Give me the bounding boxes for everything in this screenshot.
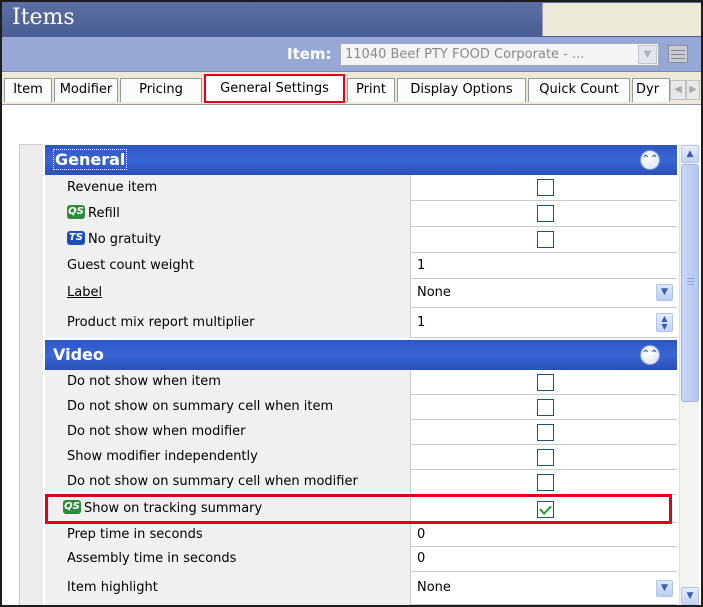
prop-row-do-not-show-summary-modifier: Do not show on summary cell when modifie…: [45, 470, 677, 495]
vertical-scrollbar[interactable]: ▲ ▼: [679, 144, 699, 605]
prop-label: Product mix report multiplier: [45, 308, 411, 338]
item-select[interactable]: 11040 Beef PTY FOOD Corporate - ... ▼: [340, 43, 659, 66]
item-label: Item:: [287, 45, 332, 63]
prop-label-cell: Label: [45, 279, 411, 308]
prop-label: Do not show when modifier: [45, 420, 411, 445]
prop-value-cell: [411, 470, 677, 496]
prop-value-cell: [411, 227, 677, 253]
prop-row-prep-time: Prep time in seconds 0: [45, 523, 677, 547]
prop-row-assembly-time: Assembly time in seconds 0: [45, 547, 677, 572]
tab-display-options[interactable]: Display Options: [397, 78, 526, 102]
checkbox-show-modifier-independently[interactable]: [537, 449, 554, 466]
table-icon[interactable]: [668, 45, 688, 63]
tab-quick-count[interactable]: Quick Count: [528, 78, 630, 102]
prop-label: Guest count weight: [45, 253, 411, 279]
prop-value-cell: [411, 495, 677, 521]
section-general-header[interactable]: General ⌃⌃: [45, 145, 677, 175]
prop-label: Label: [67, 285, 103, 300]
checkbox-refill[interactable]: [537, 205, 554, 222]
items-window: Items Item: 11040 Beef PTY FOOD Corporat…: [0, 0, 703, 607]
checkbox-do-not-show-modifier[interactable]: [537, 424, 554, 441]
prop-row-label: Label None ▼: [45, 279, 677, 308]
prop-label-cell: TS No gratuity: [45, 227, 411, 253]
prop-label: Do not show on summary cell when item: [45, 395, 411, 420]
prop-value-cell: [411, 445, 677, 471]
prop-value-cell: [411, 201, 677, 227]
item-highlight-value: None: [417, 580, 451, 595]
scroll-down-icon[interactable]: ▼: [681, 587, 699, 605]
tab-modifier[interactable]: Modifier: [54, 78, 118, 102]
product-mix-multiplier-spinner[interactable]: 1 ▲ ▼: [411, 308, 677, 338]
prop-label-cell: QS Refill: [45, 201, 411, 227]
checkbox-do-not-show-summary-item[interactable]: [537, 399, 554, 416]
prop-label: Do not show on summary cell when modifie…: [45, 470, 411, 495]
prop-row-no-gratuity: TS No gratuity: [45, 227, 677, 253]
prop-label: Show on tracking summary: [84, 501, 263, 516]
chevron-down-icon[interactable]: ▼: [638, 45, 657, 64]
checkbox-show-on-tracking-summary[interactable]: [537, 501, 554, 518]
quick-service-icon: QS: [63, 500, 81, 514]
title-bar-right-area: [542, 3, 701, 36]
prop-value-cell: [411, 175, 677, 201]
property-grid-gutter: [19, 144, 43, 605]
title-bar: Items: [2, 2, 701, 37]
tab-dyr[interactable]: Dyr: [632, 78, 670, 102]
prop-row-show-modifier-independently: Show modifier independently: [45, 445, 677, 470]
tab-scroll-right-icon[interactable]: ▶: [686, 80, 700, 100]
assembly-time-input[interactable]: 0: [411, 547, 677, 573]
chevron-down-icon[interactable]: ▼: [656, 580, 673, 597]
product-mix-multiplier-value: 1: [417, 315, 426, 330]
checkbox-no-gratuity[interactable]: [537, 231, 554, 248]
prop-row-do-not-show-summary-item: Do not show on summary cell when item: [45, 395, 677, 420]
prop-row-do-not-show-modifier: Do not show when modifier: [45, 420, 677, 445]
prop-value-cell: [411, 420, 677, 446]
collapse-general-icon[interactable]: ⌃⌃: [640, 150, 660, 170]
chevron-down-icon[interactable]: ▼: [656, 284, 673, 301]
prop-row-refill: QS Refill: [45, 201, 677, 227]
guest-count-weight-input[interactable]: 1: [411, 253, 677, 279]
checkbox-revenue-item[interactable]: [537, 179, 554, 196]
tab-pricing[interactable]: Pricing: [120, 78, 202, 102]
label-select[interactable]: None ▼: [411, 279, 677, 308]
prop-row-item-highlight: Item highlight None ▼: [45, 572, 677, 605]
prop-row-guest-count-weight: Guest count weight 1: [45, 253, 677, 279]
tab-scroll-left-icon[interactable]: ◀: [670, 80, 686, 100]
prop-value-cell: [411, 395, 677, 421]
prop-label: Assembly time in seconds: [45, 547, 411, 572]
prop-label: Prep time in seconds: [45, 523, 411, 547]
prop-label: Item highlight: [45, 572, 411, 605]
section-video-header[interactable]: Video ⌃⌃: [45, 340, 677, 370]
tab-print[interactable]: Print: [347, 78, 395, 102]
prop-label: Refill: [88, 206, 120, 221]
prep-time-input[interactable]: 0: [411, 523, 677, 549]
collapse-video-icon[interactable]: ⌃⌃: [640, 345, 660, 365]
scrollbar-thumb[interactable]: [681, 164, 699, 402]
item-selector-bar: Item: 11040 Beef PTY FOOD Corporate - ..…: [2, 37, 701, 72]
label-select-value: None: [417, 285, 451, 300]
prop-label: Revenue item: [45, 175, 411, 201]
prop-label: Do not show when item: [45, 370, 411, 395]
prop-label-cell: QS Show on tracking summary: [45, 495, 411, 523]
section-video-title: Video: [53, 345, 104, 364]
prop-row-show-on-tracking-summary: QS Show on tracking summary: [45, 495, 677, 523]
tab-strip: Item Modifier Pricing General Settings P…: [2, 72, 701, 105]
prop-label: No gratuity: [88, 232, 162, 247]
item-highlight-select[interactable]: None ▼: [411, 572, 677, 605]
tab-general-settings[interactable]: General Settings: [204, 74, 345, 103]
prop-row-product-mix-multiplier: Product mix report multiplier 1 ▲ ▼: [45, 308, 677, 338]
prop-row-revenue-item: Revenue item: [45, 175, 677, 201]
item-select-value: 11040 Beef PTY FOOD Corporate - ...: [345, 47, 585, 62]
section-general-title: General: [53, 149, 128, 170]
prop-row-do-not-show-item: Do not show when item: [45, 370, 677, 395]
spin-updown-icon[interactable]: ▲ ▼: [656, 313, 673, 332]
prop-label: Show modifier independently: [45, 445, 411, 470]
checkbox-do-not-show-summary-modifier[interactable]: [537, 474, 554, 491]
window-title: Items: [12, 5, 75, 30]
tab-item[interactable]: Item: [4, 78, 52, 102]
prop-value-cell: [411, 370, 677, 396]
scroll-up-icon[interactable]: ▲: [681, 145, 699, 163]
table-service-icon: TS: [67, 231, 85, 245]
quick-service-icon: QS: [67, 205, 85, 219]
checkbox-do-not-show-item[interactable]: [537, 374, 554, 391]
